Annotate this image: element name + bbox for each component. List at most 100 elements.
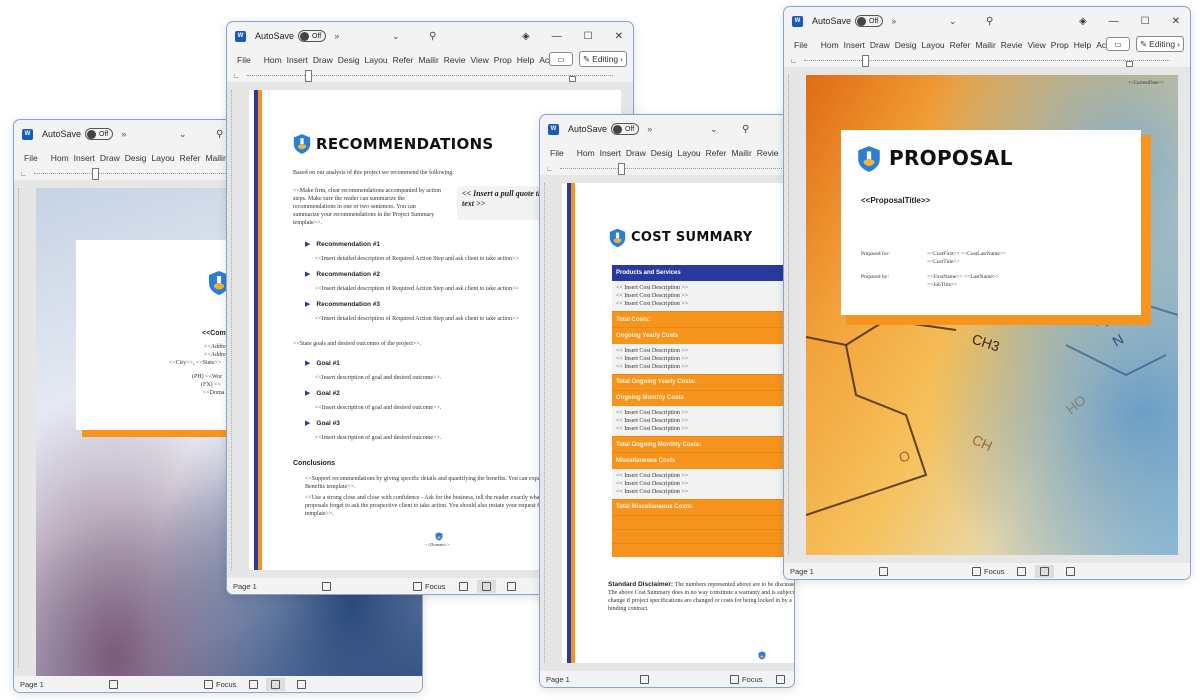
- read-mode-icon[interactable]: [249, 679, 258, 689]
- print-layout-icon[interactable]: [1035, 564, 1054, 578]
- autosave-toggle[interactable]: Off: [855, 15, 884, 27]
- tab-insert[interactable]: Insert: [74, 153, 95, 163]
- tab-view[interactable]: View: [471, 55, 489, 65]
- more-commands-icon[interactable]: »: [121, 129, 126, 139]
- comments-button[interactable]: ▭: [549, 52, 574, 66]
- read-mode-icon[interactable]: [1017, 566, 1026, 576]
- copilot-icon[interactable]: ◈: [522, 31, 530, 42]
- accessibility-icon[interactable]: [879, 566, 888, 576]
- tab-selector-icon[interactable]: ∟: [20, 171, 34, 178]
- vertical-ruler[interactable]: [18, 188, 26, 668]
- search-icon[interactable]: ⚲: [742, 124, 749, 135]
- tab-properties[interactable]: Prop: [1051, 40, 1069, 50]
- accessibility-icon[interactable]: [109, 679, 118, 689]
- read-mode-icon[interactable]: [776, 674, 785, 684]
- tab-help[interactable]: Help: [1074, 40, 1091, 50]
- vertical-ruler[interactable]: [231, 90, 239, 570]
- tab-mailings[interactable]: Mailir: [975, 40, 995, 50]
- tab-design[interactable]: Desig: [338, 55, 360, 65]
- page-indicator[interactable]: Page 1: [546, 675, 570, 684]
- horizontal-ruler[interactable]: ∟: [784, 55, 1190, 67]
- tab-properties[interactable]: Prop: [494, 55, 512, 65]
- tab-mailings[interactable]: Mailir: [418, 55, 438, 65]
- vertical-ruler[interactable]: [544, 183, 552, 663]
- page-indicator[interactable]: Page 1: [20, 680, 44, 689]
- print-layout-icon[interactable]: [477, 579, 496, 593]
- comments-button[interactable]: ▭: [1106, 37, 1131, 51]
- tab-mailings[interactable]: Mailir: [731, 148, 751, 158]
- tab-draw[interactable]: Draw: [626, 148, 646, 158]
- vertical-ruler[interactable]: [788, 75, 796, 555]
- tab-file[interactable]: File: [24, 153, 38, 163]
- tab-review[interactable]: Revie: [1001, 40, 1023, 50]
- tab-selector-icon[interactable]: ∟: [790, 58, 804, 65]
- tab-layout[interactable]: Layou: [922, 40, 945, 50]
- tab-layout[interactable]: Layou: [152, 153, 175, 163]
- close-button[interactable]: ✕: [1172, 16, 1180, 27]
- focus-button[interactable]: Focus: [730, 674, 762, 684]
- tab-review[interactable]: Revie: [757, 148, 779, 158]
- autosave-toggle[interactable]: Off: [298, 30, 327, 42]
- tab-references[interactable]: Refer: [706, 148, 727, 158]
- web-layout-icon[interactable]: [1066, 566, 1075, 576]
- tab-design[interactable]: Desig: [651, 148, 673, 158]
- tab-references[interactable]: Refer: [393, 55, 414, 65]
- focus-button[interactable]: Focus: [413, 581, 445, 591]
- page-indicator[interactable]: Page 1: [790, 567, 814, 576]
- tab-draw[interactable]: Draw: [313, 55, 333, 65]
- web-layout-icon[interactable]: [297, 679, 306, 689]
- tab-references[interactable]: Refer: [950, 40, 971, 50]
- tab-home[interactable]: Hom: [821, 40, 839, 50]
- tab-insert[interactable]: Insert: [600, 148, 621, 158]
- more-commands-icon[interactable]: »: [891, 16, 896, 26]
- close-button[interactable]: ✕: [615, 31, 623, 42]
- tab-view[interactable]: View: [1028, 40, 1046, 50]
- chevron-down-icon[interactable]: ⌄: [949, 16, 957, 27]
- accessibility-icon[interactable]: [322, 581, 331, 591]
- search-icon[interactable]: ⚲: [986, 16, 993, 27]
- search-icon[interactable]: ⚲: [216, 129, 223, 140]
- maximize-button[interactable]: ☐: [1141, 16, 1150, 27]
- tab-layout[interactable]: Layou: [365, 55, 388, 65]
- horizontal-ruler[interactable]: ∟: [227, 70, 633, 82]
- web-layout-icon[interactable]: [507, 581, 516, 591]
- tab-file[interactable]: File: [550, 148, 564, 158]
- tab-draw[interactable]: Draw: [870, 40, 890, 50]
- maximize-button[interactable]: ☐: [584, 31, 593, 42]
- read-mode-icon[interactable]: [459, 581, 468, 591]
- editing-mode-button[interactable]: ✎ Editing ›: [579, 51, 627, 67]
- autosave-toggle[interactable]: Off: [611, 123, 640, 135]
- focus-button[interactable]: Focus: [204, 679, 236, 689]
- more-commands-icon[interactable]: »: [334, 31, 339, 41]
- tab-mailings[interactable]: Mailir: [205, 153, 225, 163]
- tab-home[interactable]: Hom: [577, 148, 595, 158]
- more-commands-icon[interactable]: »: [647, 124, 652, 134]
- tab-selector-icon[interactable]: ∟: [233, 73, 247, 80]
- tab-help[interactable]: Help: [517, 55, 534, 65]
- tab-design[interactable]: Desig: [895, 40, 917, 50]
- chevron-down-icon[interactable]: ⌄: [392, 31, 400, 42]
- tab-home[interactable]: Hom: [264, 55, 282, 65]
- tab-references[interactable]: Refer: [180, 153, 201, 163]
- autosave-toggle[interactable]: Off: [85, 128, 114, 140]
- tab-home[interactable]: Hom: [51, 153, 69, 163]
- search-icon[interactable]: ⚲: [429, 31, 436, 42]
- minimize-button[interactable]: —: [552, 31, 562, 42]
- accessibility-icon[interactable]: [640, 674, 649, 684]
- tab-file[interactable]: File: [237, 55, 251, 65]
- chevron-down-icon[interactable]: ⌄: [710, 124, 718, 135]
- tab-draw[interactable]: Draw: [100, 153, 120, 163]
- copilot-icon[interactable]: ◈: [1079, 16, 1087, 27]
- tab-layout[interactable]: Layou: [678, 148, 701, 158]
- minimize-button[interactable]: —: [1109, 16, 1119, 27]
- tab-insert[interactable]: Insert: [844, 40, 865, 50]
- tab-selector-icon[interactable]: ∟: [546, 166, 560, 173]
- tab-design[interactable]: Desig: [125, 153, 147, 163]
- tab-insert[interactable]: Insert: [287, 55, 308, 65]
- print-layout-icon[interactable]: [266, 677, 285, 691]
- page-indicator[interactable]: Page 1: [233, 582, 257, 591]
- editing-mode-button[interactable]: ✎ Editing ›: [1136, 36, 1184, 52]
- tab-review[interactable]: Revie: [444, 55, 466, 65]
- tab-file[interactable]: File: [794, 40, 808, 50]
- horizontal-ruler[interactable]: ∟: [540, 163, 794, 175]
